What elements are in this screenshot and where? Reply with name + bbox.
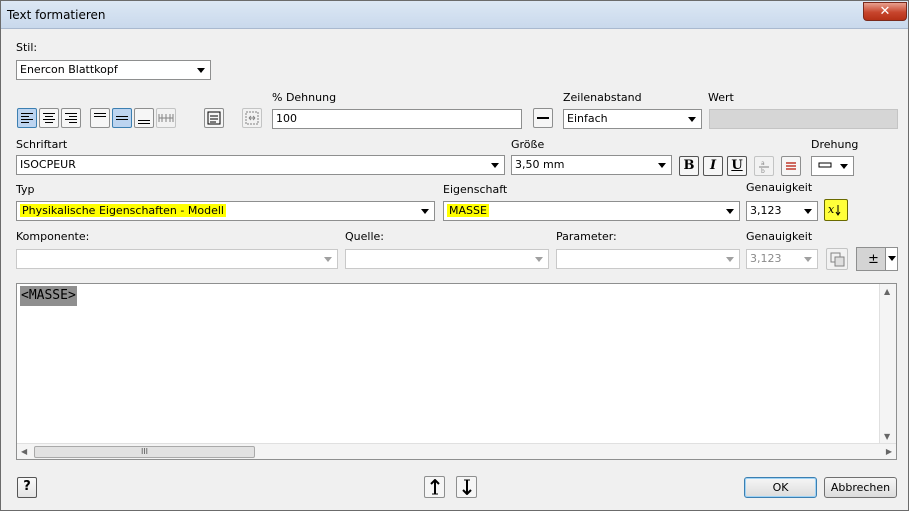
fit-text-icon (245, 111, 259, 125)
window-title: Text formatieren (7, 8, 106, 22)
text-color-icon (786, 162, 796, 170)
valign-top-button[interactable] (90, 108, 110, 128)
italic-button[interactable]: I (703, 156, 723, 176)
plus-minus-symbol: ± (868, 252, 879, 267)
fit-text-button[interactable] (242, 108, 262, 128)
cancel-button[interactable]: Abbrechen (824, 477, 897, 498)
valign-bottom-icon (138, 113, 150, 124)
insert-parameter-button[interactable]: x (824, 199, 848, 221)
source-label: Quelle: (345, 230, 384, 243)
precision2-label: Genauigkeit (746, 230, 813, 243)
line-spacing-button[interactable] (533, 108, 553, 128)
text-frame-icon (207, 111, 221, 125)
scroll-left-icon[interactable]: ◀ (21, 447, 27, 456)
help-button[interactable]: ? (17, 477, 37, 498)
align-left-button[interactable] (17, 108, 37, 128)
line-spacing-label: Zeilenabstand (563, 91, 642, 104)
move-down-button[interactable] (456, 476, 477, 498)
component-label: Komponente: (16, 230, 90, 243)
source-select[interactable] (345, 249, 549, 269)
valign-middle-button[interactable] (112, 108, 132, 128)
style-select[interactable]: Enercon Blattkopf (16, 60, 211, 80)
parameter-label: Parameter: (556, 230, 617, 243)
precision-label: Genauigkeit (746, 181, 813, 194)
arrows-up-down-icon (429, 479, 440, 495)
valign-bottom-button[interactable] (134, 108, 154, 128)
vertical-scrollbar[interactable]: ▲ ▼ (879, 284, 896, 444)
align-center-button[interactable] (39, 108, 59, 128)
close-button[interactable]: ✕ (863, 2, 907, 21)
symbol-picker[interactable]: ± (856, 247, 898, 271)
font-select[interactable]: ISOCPEUR (16, 155, 505, 175)
editor-masse-token[interactable]: <MASSE> (20, 286, 77, 306)
stretch-input[interactable]: 100 (272, 109, 522, 129)
rotation-select[interactable] (811, 156, 854, 176)
property-select-value: MASSE (447, 204, 489, 217)
text-editor[interactable]: <MASSE> ▲ ▼ ◀ III ▶ (16, 283, 897, 460)
symbol-dropdown-button[interactable] (885, 248, 897, 270)
ok-button[interactable]: OK (744, 477, 817, 498)
rotation-horizontal-icon (818, 162, 832, 168)
text-frame-button[interactable] (204, 108, 224, 128)
add-parameter-icon (830, 252, 845, 267)
insert-parameter-icon: x (828, 203, 841, 216)
precision-select[interactable]: 3,123 (746, 201, 818, 221)
size-label: Größe (511, 138, 545, 151)
arrows-down-icon (461, 479, 472, 495)
scroll-up-icon[interactable]: ▲ (884, 287, 890, 296)
bold-button[interactable]: B (679, 156, 699, 176)
align-center-icon (43, 112, 55, 124)
type-select-value: Physikalische Eigenschaften - Modell (20, 204, 226, 217)
style-label: Stil: (16, 41, 38, 54)
svg-text:b: b (761, 168, 765, 173)
fraction-icon: ab (759, 160, 769, 173)
svg-text:a: a (761, 160, 765, 167)
text-format-dialog: Text formatieren ✕ Stil: Enercon Blattko… (0, 0, 909, 511)
align-right-icon (65, 112, 77, 124)
valign-middle-icon (116, 113, 128, 124)
align-left-icon (21, 112, 33, 124)
underline-button[interactable]: U (727, 156, 747, 176)
scroll-right-icon[interactable]: ▶ (886, 447, 892, 456)
property-select[interactable]: MASSE (443, 201, 740, 221)
value-input[interactable] (709, 109, 898, 129)
align-right-button[interactable] (61, 108, 81, 128)
justify-button[interactable] (156, 108, 176, 128)
add-parameter-button[interactable] (826, 248, 848, 270)
text-color-button[interactable] (781, 156, 801, 176)
value-label: Wert (708, 91, 734, 104)
justify-icon (158, 114, 174, 122)
rotation-label: Drehung (811, 138, 859, 151)
valign-top-icon (94, 112, 106, 124)
move-up-button[interactable] (424, 476, 445, 498)
scroll-down-icon[interactable]: ▼ (884, 432, 890, 441)
parameter-select[interactable] (556, 249, 740, 269)
chevron-down-icon (888, 256, 896, 261)
svg-text:x: x (828, 203, 835, 216)
horizontal-scroll-thumb[interactable]: III (34, 446, 255, 458)
stretch-label: % Dehnung (272, 91, 337, 104)
title-bar: Text formatieren ✕ (1, 1, 908, 29)
font-label: Schriftart (16, 138, 68, 151)
type-label: Typ (16, 183, 35, 196)
line-spacing-select[interactable]: Einfach (563, 109, 702, 129)
fraction-button[interactable]: ab (754, 156, 774, 176)
component-select[interactable] (16, 249, 338, 269)
size-select[interactable]: 3,50 mm (511, 155, 672, 175)
property-label: Eigenschaft (443, 183, 508, 196)
precision2-select[interactable]: 3,123 (746, 249, 818, 269)
horizontal-scrollbar[interactable]: ◀ III ▶ (17, 443, 896, 459)
line-spacing-icon (537, 117, 549, 119)
type-select[interactable]: Physikalische Eigenschaften - Modell (16, 201, 435, 221)
